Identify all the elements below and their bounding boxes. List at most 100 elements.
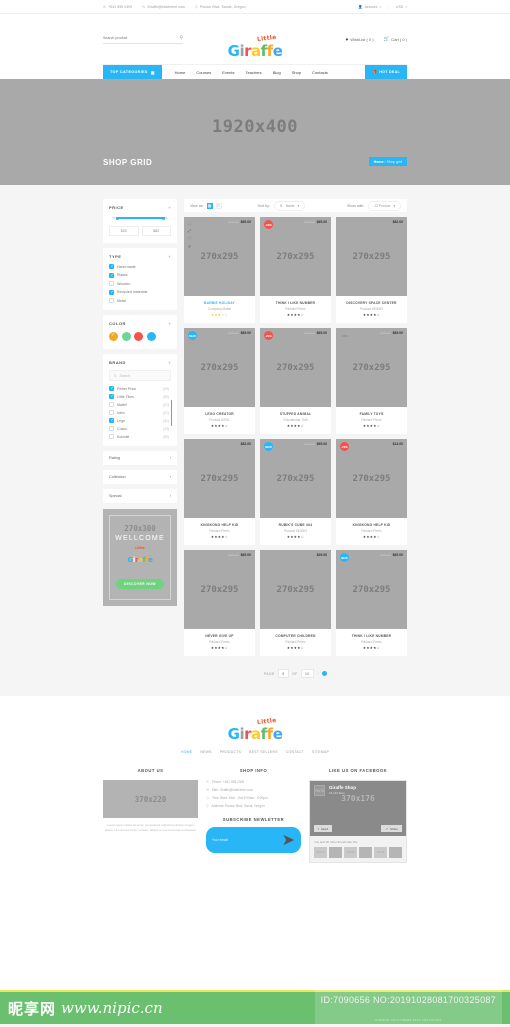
nav-item-blog[interactable]: Blog [268, 70, 286, 75]
checkbox-icon[interactable] [109, 394, 114, 399]
nav-item-contacts[interactable]: Contacts [307, 70, 333, 75]
checkbox-icon[interactable] [109, 289, 114, 295]
product-card[interactable]: NEW $65.00 $65.00 270x295 THINK I LIKE N… [336, 550, 407, 656]
color-swatch-blue[interactable] [146, 332, 156, 341]
product-name[interactable]: THINK I LIKE NUMBER [263, 301, 328, 305]
product-name[interactable]: COMPUTER CHILDREN [263, 634, 328, 638]
search-box[interactable]: ⚲ [103, 35, 183, 44]
color-filter-header[interactable]: COLOR ▾ [109, 321, 171, 326]
footer-nav-products[interactable]: PRODUCTS [220, 750, 241, 754]
product-name[interactable]: THINK I LIKE NUMBER [339, 634, 404, 638]
currency-dropdown[interactable]: USD ▾ [396, 5, 407, 9]
cart-button[interactable]: 🛒 Cart ( 0 ) [384, 36, 407, 42]
wishlist-button[interactable]: ♥ WishList ( 0 ) [346, 37, 374, 42]
brand-search-box[interactable]: ⚲ Search [109, 370, 171, 381]
discover-now-button[interactable]: DISCOVER NOW [116, 579, 164, 589]
brand-option-cosco[interactable]: Cosco (23) [109, 426, 169, 431]
checkbox-icon[interactable] [109, 298, 114, 303]
color-swatch-green[interactable] [121, 332, 131, 341]
hot-deal-button[interactable]: 🎁 HOT DEAL [365, 65, 407, 79]
pagination-prev-icon[interactable]: ‹ [317, 671, 319, 676]
product-name[interactable]: RUBIK'S CUBE 4X4 [263, 523, 328, 527]
footer-nav-best-sellers[interactable]: BEST SELLERS [249, 750, 278, 754]
facebook-page-name[interactable]: Giraffe Shop [329, 785, 356, 790]
product-thumbnail[interactable]: -20% $65.00 $65.00 270x295 [336, 328, 407, 407]
send-icon[interactable]: ➤ [282, 830, 295, 850]
product-thumbnail[interactable]: -20% $13.00 270x295 [336, 439, 407, 518]
checkbox-icon[interactable] [109, 434, 114, 439]
pagination-current-input[interactable]: 5 [277, 669, 290, 678]
product-thumbnail[interactable]: $29.00 270x295 [260, 550, 331, 629]
footer-nav-news[interactable]: NEWS [200, 750, 211, 754]
brand-option-lego[interactable]: Lego (31) [109, 418, 169, 423]
product-thumbnail[interactable]: -20% $65.00 $65.00 270x295 [260, 217, 331, 296]
type-option-hand-made[interactable]: Hand made [109, 264, 171, 269]
price-max-input[interactable]: $82 [141, 226, 171, 236]
type-option-wooden[interactable]: Wooden [109, 281, 171, 286]
brand-list-scrollbar[interactable] [170, 400, 172, 426]
product-name[interactable]: LEGO CREATOR [187, 412, 252, 416]
checkbox-icon[interactable] [109, 402, 114, 407]
product-thumbnail[interactable]: 🛒 ⤢ ♡ ⚲ $75.00 $65.00 270x295 [184, 217, 255, 296]
price-filter-header[interactable]: PRICE ▾ [109, 205, 171, 210]
checkbox-icon[interactable] [109, 264, 114, 269]
product-card[interactable]: NEW $65.00 $65.00 270x295 LEGO CREATOR P… [184, 328, 255, 434]
nav-item-home[interactable]: Home [170, 70, 191, 75]
product-card[interactable]: -20% $65.00 $65.00 270x295 THINK I LIKE … [260, 217, 331, 323]
price-slider-handle-max[interactable] [162, 216, 166, 220]
checkbox-icon[interactable] [109, 386, 114, 391]
product-thumbnail[interactable]: NEW $65.00 $65.00 270x295 [260, 439, 331, 518]
show-with-select[interactable]: 12 Product ▾ [368, 200, 401, 211]
price-range-slider[interactable] [112, 216, 168, 220]
product-thumbnail[interactable]: $82.00 270x295 [184, 439, 255, 518]
nav-item-teachers[interactable]: Teachers [240, 70, 266, 75]
type-option-recycled-materials[interactable]: Recycled materials [109, 289, 171, 295]
product-card[interactable]: $29.00 270x295 COMPUTER CHILDREN Richard… [260, 550, 331, 656]
product-card[interactable]: -20% $65.00 $65.00 270x295 STUFFED ANIMA… [260, 328, 331, 434]
product-card[interactable]: $82.00 270x295 DISCOVERY SPACE CENTER Pr… [336, 217, 407, 323]
product-card[interactable]: -20% $65.00 $65.00 270x295 FAMILY TOYS R… [336, 328, 407, 434]
nav-item-courses[interactable]: Courses [191, 70, 216, 75]
type-option-plastic[interactable]: Plastic [109, 272, 171, 278]
friend-avatar[interactable]: 46x46 [374, 847, 387, 858]
brand-option-intex[interactable]: Intex (21) [109, 410, 169, 415]
checkbox-icon[interactable] [109, 281, 114, 286]
footer-logo[interactable]: Little Giraffe [103, 708, 407, 742]
cart-icon[interactable]: 🛒 [188, 220, 193, 225]
price-slider-handle-min[interactable] [115, 216, 119, 220]
brand-option-kolcraft[interactable]: Kolcraft (92) [109, 434, 169, 439]
product-name[interactable]: BARBIE HOLIDAY [187, 301, 252, 305]
product-card[interactable]: $75.00 $65.00 270x295 NEVER GIVE UP Rich… [184, 550, 255, 656]
product-thumbnail[interactable]: $82.00 270x295 [336, 217, 407, 296]
brand-option-mattel[interactable]: Mattel (21) [109, 402, 169, 407]
newsletter-email-input[interactable] [212, 838, 282, 842]
brand-option-little-tikes[interactable]: Little Tikes (92) [109, 394, 169, 399]
shop-info-mail[interactable]: ✉ Mail: Giraffe@toistheme.com [206, 788, 301, 792]
checkbox-icon[interactable] [109, 410, 114, 415]
price-min-input[interactable]: $20 [109, 226, 139, 236]
product-thumbnail[interactable]: NEW $65.00 $65.00 270x295 [184, 328, 255, 407]
facebook-liked-button[interactable]: f Liked [314, 825, 333, 832]
pagination-next-icon[interactable] [322, 671, 328, 676]
color-swatch-red[interactable] [134, 332, 143, 341]
sort-by-select[interactable]: ⇅ Name ▾ [273, 200, 306, 211]
facebook-share-button[interactable]: ↗ Share [381, 825, 402, 832]
checkbox-icon[interactable] [109, 426, 114, 431]
product-name[interactable]: NEVER GIVE UP [187, 634, 252, 638]
view-grid-button[interactable]: ▦ [206, 202, 213, 209]
accordion-rating[interactable]: Rating › [103, 451, 177, 466]
quickview-icon[interactable]: ⚲ [188, 244, 193, 249]
product-card[interactable]: NEW $65.00 $65.00 270x295 RUBIK'S CUBE 4… [260, 439, 331, 545]
friend-avatar[interactable] [389, 847, 402, 858]
product-name[interactable]: KINGKONG HELP KID [187, 523, 252, 527]
friend-avatar[interactable]: 46x46 [314, 847, 327, 858]
footer-nav-home[interactable]: HOME [181, 750, 192, 754]
top-bar-mail[interactable]: ✉ Giraffe@toistheme.com [142, 5, 185, 9]
product-thumbnail[interactable]: -20% $65.00 $65.00 270x295 [260, 328, 331, 407]
brand-filter-header[interactable]: BRAND ▾ [109, 360, 171, 365]
product-thumbnail[interactable]: $75.00 $65.00 270x295 [184, 550, 255, 629]
checkbox-icon[interactable] [109, 418, 114, 423]
site-logo[interactable]: Little Giraffe [207, 25, 303, 59]
footer-nav-contact[interactable]: CONTACT [286, 750, 304, 754]
friend-avatar[interactable] [359, 847, 372, 858]
